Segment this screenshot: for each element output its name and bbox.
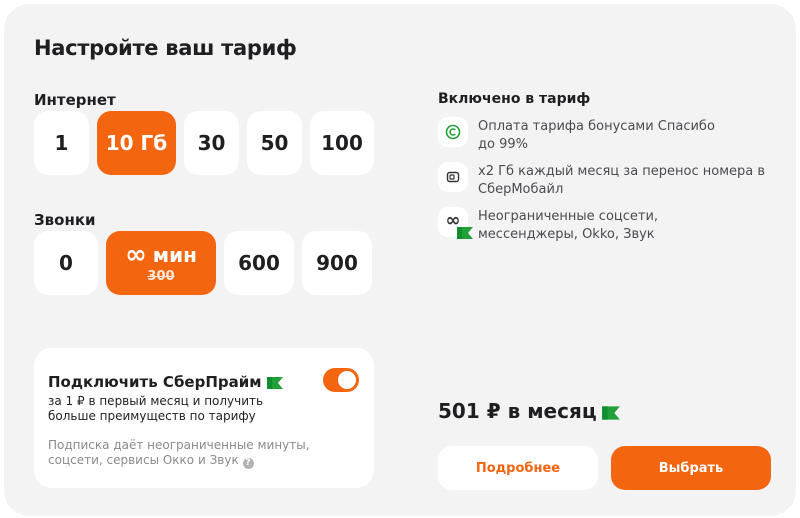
sber-flag-icon [266, 375, 283, 389]
calls-unlimited-main: ∞ мин [125, 239, 197, 270]
internet-option-100[interactable]: 100 [310, 111, 374, 175]
feature-text: Оплата тарифа бонусами Спасибо до 99% [478, 119, 715, 152]
internet-option-50[interactable]: 50 [247, 111, 302, 175]
feature-spasibo: Оплата тарифа бонусами Спасибо до 99% [438, 117, 728, 154]
sberprime-toggle[interactable] [323, 368, 359, 392]
sberprime-card: Подключить СберПрайм за 1 ₽ в первый мес… [34, 348, 374, 488]
page-title: Настройте ваш тариф [34, 36, 297, 60]
calls-unlimited-unit: мин [152, 242, 197, 267]
sber-flag-icon [457, 227, 473, 239]
internet-option-30[interactable]: 30 [184, 111, 239, 175]
toggle-knob [338, 371, 356, 389]
choose-button[interactable]: Выбрать [611, 446, 771, 490]
calls-label: Звонки [34, 211, 96, 229]
included-title: Включено в тариф [438, 91, 591, 107]
feature-text: Неограниченные соцсети, мессенджеры, Okk… [478, 209, 659, 242]
help-icon[interactable]: ? [242, 458, 254, 469]
sberprime-title: Подключить СберПрайм [48, 373, 283, 391]
calls-option-0[interactable]: 0 [34, 231, 98, 295]
internet-option-10gb[interactable]: 10 Гб [97, 111, 176, 175]
sberprime-note: Подписка даёт неограниченные минуты, соц… [48, 438, 368, 469]
feature-number-transfer: х2 Гб каждый месяц за перенос номера в С… [438, 162, 778, 199]
calls-old-value: 300 [147, 268, 175, 284]
sberprime-title-text: Подключить СберПрайм [48, 373, 262, 391]
sber-flag-icon [601, 404, 620, 420]
calls-options: 0 ∞ мин 300 600 900 [34, 231, 372, 295]
spasibo-icon [438, 117, 468, 147]
internet-options: 1 10 Гб 30 50 100 [34, 111, 374, 175]
price-text: 501 ₽ в месяц [438, 399, 597, 423]
calls-option-unlimited[interactable]: ∞ мин 300 [106, 231, 216, 295]
sim-card-icon [438, 162, 468, 192]
calls-option-600[interactable]: 600 [224, 231, 294, 295]
internet-label: Интернет [34, 91, 116, 109]
infinity-badge-icon: ∞ [438, 207, 473, 239]
internet-option-1[interactable]: 1 [34, 111, 89, 175]
sberprime-description: за 1 ₽ в первый месяц и получить больше … [48, 394, 264, 423]
feature-unlimited-social: ∞ Неограниченные соцсети, мессенджеры, O… [438, 207, 708, 244]
tariff-card: Настройте ваш тариф Интернет 1 10 Гб 30 … [4, 4, 796, 516]
infinity-icon: ∞ [125, 239, 147, 270]
calls-option-900[interactable]: 900 [302, 231, 372, 295]
sberprime-note-text: Подписка даёт неограниченные минуты, соц… [48, 438, 310, 467]
price: 501 ₽ в месяц [438, 399, 620, 423]
more-button[interactable]: Подробнее [438, 446, 598, 490]
feature-text: х2 Гб каждый месяц за перенос номера в С… [478, 164, 766, 197]
